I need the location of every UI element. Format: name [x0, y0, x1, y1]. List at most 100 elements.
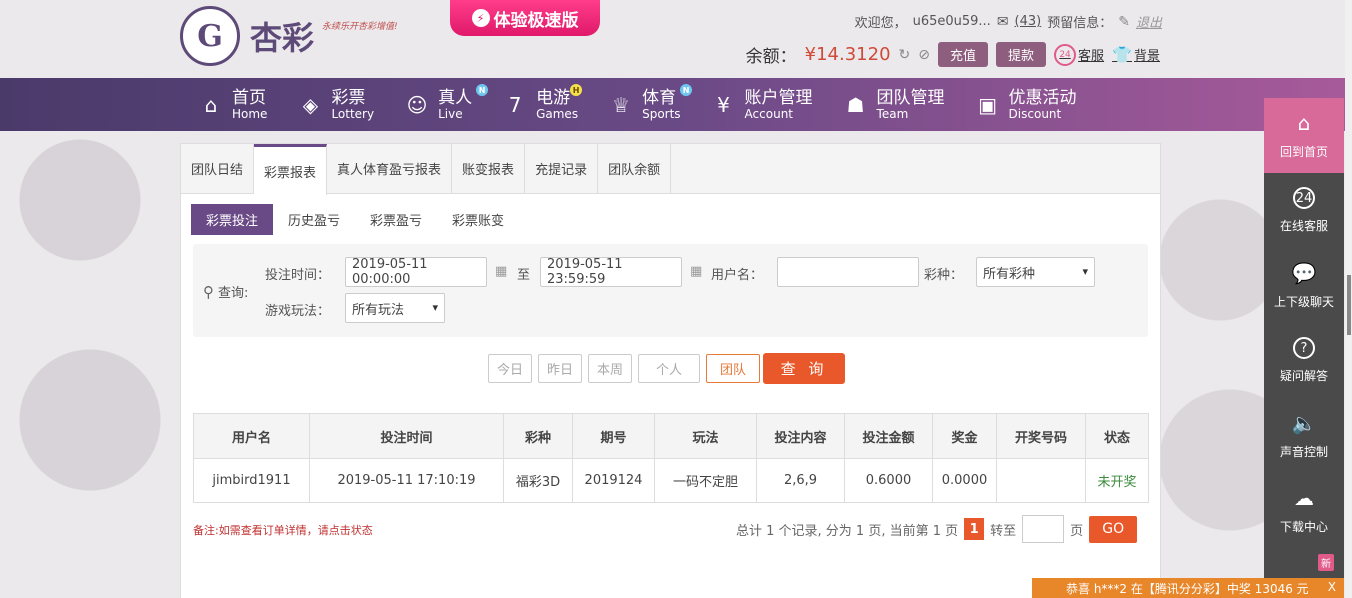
tab-team-daily[interactable]: 团队日结 — [181, 144, 255, 193]
cell-lottery: 福彩3D — [503, 458, 573, 503]
ticket-icon: ◈ — [302, 92, 319, 117]
tab-deposit-withdraw[interactable]: 充提记录 — [525, 144, 599, 193]
close-icon[interactable]: X — [1328, 580, 1336, 594]
subtab-lottery-changes[interactable]: 彩票账变 — [437, 204, 519, 235]
question-icon: ? — [1293, 337, 1315, 359]
subtab-lottery-pl[interactable]: 彩票盈亏 — [355, 204, 437, 235]
sidebar-sound[interactable]: 🔈 声音控制 — [1264, 398, 1344, 473]
sidebar-download[interactable]: ☁ 下载中心 — [1264, 473, 1344, 548]
chat-icon: 💬 — [1291, 261, 1317, 285]
nav-label: 首页 — [232, 87, 266, 108]
col-status: 状态 — [1085, 413, 1149, 459]
play-type-value: 所有玩法 — [352, 302, 405, 318]
nav-games[interactable]: 7 电游 Games H — [502, 78, 583, 131]
nav-team[interactable]: ☗ 团队管理 Team — [843, 78, 945, 131]
report-panel: 团队日结 彩票报表 真人体育盈亏报表 账变报表 充提记录 团队余额 彩票投注 历… — [180, 143, 1161, 598]
subtab-lottery-bets[interactable]: 彩票投注 — [191, 204, 274, 235]
calendar-icon[interactable]: ▦ — [495, 264, 507, 279]
refresh-icon[interactable]: ↻ — [899, 47, 911, 63]
home-icon: ⌂ — [1297, 111, 1311, 135]
sidebar-label: 声音控制 — [1279, 445, 1328, 459]
withdraw-button[interactable]: 提款 — [996, 42, 1047, 67]
team-icon: ☗ — [846, 92, 865, 117]
goto-page-input[interactable] — [1022, 515, 1065, 543]
username-label: 用户名： — [711, 268, 764, 283]
nav-live[interactable]: ☺ 真人 Live N — [404, 78, 489, 131]
search-icon: ⚲ — [203, 282, 214, 301]
slot-icon: 7 — [508, 92, 522, 117]
lottery-type-value: 所有彩种 — [983, 266, 1036, 282]
username-input[interactable] — [777, 257, 919, 287]
goto-label: 转至 — [990, 523, 1017, 539]
tab-lottery-report[interactable]: 彩票报表 — [254, 144, 328, 195]
nav-sublabel: Games — [536, 106, 579, 121]
cell-status-link[interactable]: 未开奖 — [1085, 458, 1149, 503]
start-time-input[interactable]: 2019-05-11 00:00:00 — [345, 257, 487, 287]
col-draw-number: 开奖号码 — [996, 413, 1086, 459]
lottery-type-select[interactable]: 所有彩种 — [976, 257, 1095, 287]
background-link[interactable]: 👕 背景 — [1112, 45, 1160, 64]
nav-lottery[interactable]: ◈ 彩票 Lottery — [297, 78, 374, 131]
sidebar-chat[interactable]: 💬 上下级聊天 — [1264, 248, 1344, 323]
fast-version-button[interactable]: ⚡ 体验极速版 — [450, 0, 600, 36]
logout-link[interactable]: 退出 — [1136, 12, 1162, 31]
current-page[interactable]: 1 — [964, 518, 985, 540]
tab-live-sports-report[interactable]: 真人体育盈亏报表 — [327, 144, 453, 193]
trophy-icon: ♕ — [612, 92, 631, 117]
recharge-button[interactable]: 充值 — [938, 42, 989, 67]
lightning-icon: ⚡ — [471, 9, 490, 27]
go-button[interactable]: GO — [1089, 515, 1138, 543]
col-lottery: 彩种 — [503, 413, 573, 459]
gift-icon: ▣ — [978, 92, 997, 117]
nav-sports[interactable]: ♕ 体育 Sports N — [608, 78, 693, 131]
calendar-icon[interactable]: ▦ — [690, 264, 702, 279]
mail-count[interactable]: (43) — [1015, 14, 1042, 29]
dealer-icon: ☺ — [406, 92, 428, 117]
sidebar-label: 上下级聊天 — [1273, 295, 1334, 309]
service-link[interactable]: 24 客服 — [1054, 43, 1104, 66]
hide-eye-icon[interactable]: ⊘ — [918, 47, 930, 63]
cell-bet-time: 2019-05-11 17:10:19 — [309, 458, 504, 503]
this-week-button[interactable]: 本周 — [588, 354, 632, 383]
team-button[interactable]: 团队 — [706, 354, 760, 383]
cell-prize: 0.0000 — [932, 458, 997, 503]
edit-icon[interactable]: ✎ — [1118, 14, 1130, 30]
nav-account[interactable]: ¥ 账户管理 Account — [711, 78, 812, 131]
end-time-input[interactable]: 2019-05-11 23:59:59 — [540, 257, 682, 287]
yesterday-button[interactable]: 昨日 — [538, 354, 582, 383]
nav-discount[interactable]: ▣ 优惠活动 Discount — [975, 78, 1076, 131]
col-bet-amount: 投注金额 — [844, 413, 933, 459]
scrollbar-thumb[interactable] — [1347, 275, 1351, 335]
sidebar-label: 下载中心 — [1279, 520, 1328, 534]
table-note: 备注:如需查看订单详情，请点击状态 — [193, 524, 373, 537]
bets-table: 用户名 投注时间 彩种 期号 玩法 投注内容 投注金额 奖金 开奖号码 状态 j… — [193, 413, 1149, 503]
new-badge: N — [476, 84, 489, 96]
nav-label: 团队管理 — [876, 87, 945, 108]
search-button[interactable]: 查 询 — [763, 353, 845, 384]
nav-sublabel: Account — [744, 106, 793, 121]
logo[interactable]: G 杏彩 永续乐开杏彩增值! — [180, 6, 398, 66]
tab-account-change-report[interactable]: 账变报表 — [452, 144, 526, 193]
play-type-label: 游戏玩法： — [265, 304, 331, 319]
download-icon: ☁ — [1294, 486, 1314, 510]
personal-button[interactable]: 个人 — [638, 354, 700, 383]
cell-play: 一码不定胆 — [654, 458, 757, 503]
right-sidebar: ⌂ 回到首页 24 在线客服 💬 上下级聊天 ? 疑问解答 🔈 声音控制 ☁ 下… — [1264, 98, 1344, 598]
nav-home[interactable]: ⌂ 首页 Home — [198, 78, 268, 131]
sidebar-faq[interactable]: ? 疑问解答 — [1264, 323, 1344, 398]
table-header-row: 用户名 投注时间 彩种 期号 玩法 投注内容 投注金额 奖金 开奖号码 状态 — [193, 413, 1149, 459]
logo-mark-icon: G — [180, 6, 240, 66]
page-unit-label: 页 — [1070, 523, 1084, 539]
sidebar-label: 在线客服 — [1279, 219, 1328, 233]
subtab-history-pl[interactable]: 历史盈亏 — [273, 204, 355, 235]
play-type-select[interactable]: 所有玩法 — [345, 293, 445, 323]
sidebar-online-service[interactable]: 24 在线客服 — [1264, 173, 1344, 248]
tab-team-balance[interactable]: 团队余额 — [598, 144, 672, 193]
nav-label: 彩票 — [331, 87, 366, 108]
mail-icon[interactable]: ✉ — [997, 14, 1009, 30]
query-label-text: 查询: — [218, 286, 249, 301]
logo-name: 杏彩 — [250, 19, 315, 57]
fast-version-label: 体验极速版 — [493, 10, 579, 31]
today-button[interactable]: 今日 — [488, 354, 532, 383]
sidebar-home[interactable]: ⌂ 回到首页 — [1264, 98, 1344, 173]
